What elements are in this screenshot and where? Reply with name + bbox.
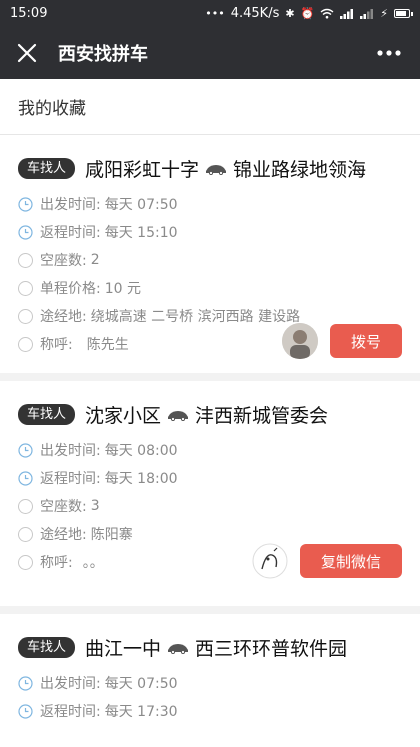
clock-icon (18, 196, 33, 212)
dots-icon: ••• (205, 6, 225, 20)
row-label: 途经地: (40, 309, 87, 325)
route-title: 车找人 曲江一中 西三环环普软件园 (18, 634, 402, 661)
info-row: 空座数: 3 (18, 492, 402, 520)
close-button[interactable] (14, 40, 40, 66)
info-row: 返程时间: 每天 18:00 (18, 464, 402, 492)
status-time: 15:09 (10, 5, 48, 21)
avatar[interactable] (282, 323, 318, 359)
row-value: 陈先生 (86, 337, 129, 353)
copy-wechat-button[interactable]: 复制微信 (300, 544, 402, 578)
car-icon (168, 410, 189, 421)
row-label: 出发时间: (40, 443, 101, 459)
status-icons: ••• 4.45K/s ✱ ⏰ ⚡ (205, 5, 413, 21)
info-row: 出发时间: 每天 07:50 (18, 669, 402, 697)
row-value: 。。 (82, 555, 104, 571)
alarm-icon: ⏰ (300, 6, 315, 20)
info-row: 出发时间: 每天 07:50 (18, 190, 402, 218)
row-value: 每天 08:00 (104, 443, 178, 459)
card-actions: 复制微信 (252, 543, 402, 579)
row-value: 每天 15:10 (104, 225, 178, 241)
network-speed: 4.45K/s (230, 5, 280, 21)
route-to: 锦业路绿地领海 (233, 159, 367, 181)
clock-icon (18, 224, 33, 240)
ride-card[interactable]: 车找人 沈家小区 沣西新城管委会 出发时间: 每天 08:00 返程时间: 每天 1… (0, 381, 420, 614)
row-label: 返程时间: (40, 704, 101, 720)
ride-card[interactable]: 车找人 曲江一中 西三环环普软件园 出发时间: 每天 07:50 返程时间: 每天 … (0, 614, 420, 737)
row-value: 陈阳寨 (90, 527, 133, 543)
row-label: 返程时间: (40, 471, 101, 487)
row-value: 每天 07:50 (104, 197, 178, 213)
more-button[interactable] (372, 40, 406, 66)
clock-icon (18, 442, 33, 458)
type-tag: 车找人 (18, 636, 76, 659)
route-from: 曲江一中 (85, 638, 162, 660)
circle-icon (18, 498, 33, 514)
circle-icon (18, 554, 33, 570)
circle-icon (18, 336, 33, 352)
row-value: 2 (90, 252, 100, 268)
nav-bar: 西安找拼车 (0, 26, 420, 79)
circle-icon (18, 308, 33, 324)
row-label: 称呼: (40, 337, 73, 353)
info-row: 空座数: 2 (18, 246, 402, 274)
close-icon (17, 43, 37, 62)
avatar[interactable] (252, 543, 288, 579)
row-label: 称呼: (40, 555, 73, 571)
avatar-icon (252, 543, 288, 579)
route-title: 车找人 沈家小区 沣西新城管委会 (18, 401, 402, 428)
row-label: 出发时间: (40, 197, 101, 213)
row-label: 空座数: (40, 499, 87, 515)
card-actions: 拨号 (282, 323, 402, 359)
page-title: 西安找拼车 (58, 43, 148, 65)
info-row: 单程价格: 10 元 (18, 274, 402, 302)
status-bar: 15:09 ••• 4.45K/s ✱ ⏰ ⚡ (0, 0, 420, 26)
circle-icon (18, 280, 33, 296)
row-label: 单程价格: (40, 281, 101, 297)
ride-card[interactable]: 车找人 咸阳彩虹十字 锦业路绿地领海 出发时间: 每天 07:50 返程时间: 每天… (0, 135, 420, 381)
route-to: 西三环环普软件园 (195, 638, 348, 660)
more-icon (377, 49, 401, 56)
info-row: 出发时间: 每天 08:00 (18, 436, 402, 464)
row-value: 每天 18:00 (104, 471, 178, 487)
clock-icon (18, 675, 33, 691)
call-button[interactable]: 拨号 (330, 324, 402, 358)
row-label: 出发时间: (40, 676, 101, 692)
row-value: 每天 07:50 (104, 676, 178, 692)
route-title: 车找人 咸阳彩虹十字 锦业路绿地领海 (18, 155, 402, 182)
row-value: 每天 17:30 (104, 704, 178, 720)
section-title: 我的收藏 (0, 79, 420, 135)
battery-icon (394, 8, 413, 18)
info-row: 返程时间: 每天 17:30 (18, 697, 402, 725)
type-tag: 车找人 (18, 157, 76, 180)
row-value: 3 (90, 498, 100, 514)
row-label: 途经地: (40, 527, 87, 543)
row-value: 10 元 (104, 281, 141, 297)
row-label: 返程时间: (40, 225, 101, 241)
charging-icon: ⚡ (380, 6, 388, 20)
wifi-icon (320, 8, 334, 18)
route-to: 沣西新城管委会 (195, 405, 329, 427)
clock-icon (18, 470, 33, 486)
clock-icon (18, 703, 33, 719)
car-icon (168, 643, 189, 654)
car-icon (206, 164, 227, 175)
type-tag: 车找人 (18, 403, 76, 426)
circle-icon (18, 252, 33, 268)
circle-icon (18, 526, 33, 542)
bluetooth-icon: ✱ (285, 6, 295, 20)
avatar-icon (282, 323, 318, 359)
info-row: 返程时间: 每天 15:10 (18, 218, 402, 246)
route-from: 沈家小区 (85, 405, 162, 427)
row-label: 空座数: (40, 253, 87, 269)
signal-icon (340, 8, 354, 19)
route-from: 咸阳彩虹十字 (85, 159, 200, 181)
signal-icon-2 (360, 8, 374, 19)
row-value: 绕城高速 二号桥 滨河西路 建设路 (90, 309, 301, 325)
